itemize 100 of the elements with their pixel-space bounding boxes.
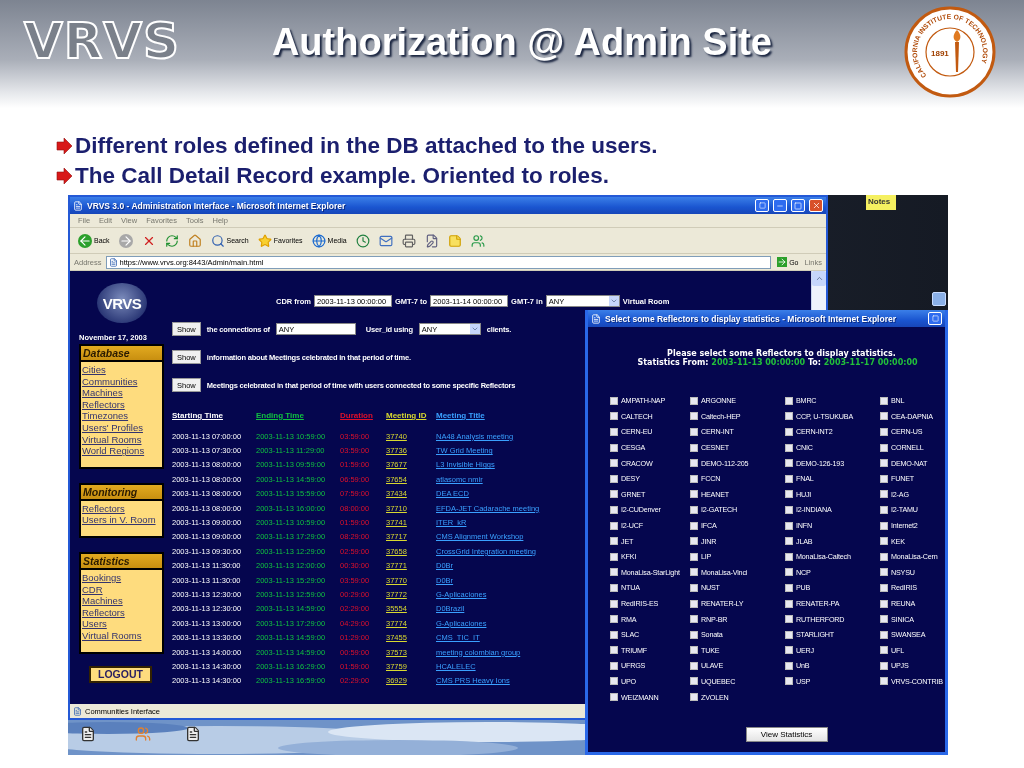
column-header[interactable]: Ending Time — [256, 411, 340, 429]
checkbox[interactable] — [690, 459, 698, 468]
checkbox[interactable] — [785, 583, 793, 592]
checkbox[interactable] — [880, 505, 888, 514]
checkbox[interactable] — [610, 428, 618, 436]
sidebar-link[interactable]: Bookings — [82, 571, 161, 584]
checkbox[interactable] — [690, 490, 698, 499]
checkbox[interactable] — [610, 646, 618, 655]
checkbox[interactable] — [785, 661, 793, 670]
minimize-button[interactable] — [773, 199, 787, 212]
column-header[interactable]: Duration — [340, 411, 386, 429]
checkbox[interactable] — [785, 474, 793, 483]
checkbox[interactable] — [690, 537, 698, 546]
checkbox[interactable] — [880, 615, 888, 624]
restore-button[interactable] — [928, 312, 942, 325]
checkbox[interactable] — [690, 568, 698, 577]
checkbox[interactable] — [880, 630, 888, 639]
checkbox[interactable] — [610, 521, 618, 530]
restore-button[interactable] — [755, 199, 769, 212]
checkbox[interactable] — [880, 646, 888, 655]
checkbox[interactable] — [610, 505, 618, 514]
checkbox[interactable] — [610, 568, 618, 577]
file-icon[interactable] — [80, 726, 96, 742]
checkbox[interactable] — [690, 661, 698, 670]
checkbox[interactable] — [785, 630, 793, 639]
checkbox[interactable] — [785, 412, 793, 421]
checkbox[interactable] — [880, 568, 888, 577]
checkbox[interactable] — [880, 412, 888, 421]
checkbox[interactable] — [610, 661, 618, 670]
sidebar-link[interactable]: World Regions — [82, 445, 161, 457]
sidebar-link[interactable]: Reflectors — [82, 502, 161, 515]
sidebar-link[interactable]: CDR — [82, 583, 161, 596]
checkbox[interactable] — [785, 505, 793, 514]
checkbox[interactable] — [880, 583, 888, 592]
sidebar-link[interactable]: Cities — [82, 364, 161, 376]
sidebar-link[interactable]: Machines — [82, 595, 161, 607]
checkbox[interactable] — [610, 630, 618, 639]
checkbox[interactable] — [785, 396, 793, 405]
checkbox[interactable] — [880, 661, 888, 670]
checkbox[interactable] — [690, 443, 698, 452]
checkbox[interactable] — [610, 537, 618, 546]
checkbox[interactable] — [690, 521, 698, 530]
checkbox[interactable] — [785, 568, 793, 577]
sidebar-link[interactable]: Reflectors — [82, 398, 161, 411]
checkbox[interactable] — [785, 599, 793, 608]
checkbox[interactable] — [690, 552, 698, 561]
checkbox[interactable] — [610, 490, 618, 499]
checkbox[interactable] — [785, 490, 793, 499]
sidebar-link[interactable]: Virtual Rooms — [82, 629, 161, 642]
checkbox[interactable] — [610, 443, 618, 452]
checkbox[interactable] — [690, 474, 698, 483]
checkbox[interactable] — [610, 552, 618, 561]
checkbox[interactable] — [690, 583, 698, 592]
sidebar-link[interactable]: Users in V. Room — [82, 514, 161, 526]
checkbox[interactable] — [690, 677, 698, 686]
column-header[interactable]: Meeting ID — [386, 411, 436, 429]
checkbox[interactable] — [785, 537, 793, 546]
checkbox[interactable] — [880, 459, 888, 468]
column-header[interactable]: Meeting Title — [436, 411, 586, 429]
checkbox[interactable] — [785, 552, 793, 561]
logout-button[interactable]: LOGOUT — [89, 665, 152, 683]
checkbox[interactable] — [785, 443, 793, 452]
checkbox[interactable] — [690, 630, 698, 639]
checkbox[interactable] — [690, 505, 698, 514]
checkbox[interactable] — [610, 677, 618, 686]
checkbox[interactable] — [785, 459, 793, 468]
checkbox[interactable] — [880, 521, 888, 530]
sidebar-link[interactable]: Virtual Rooms — [82, 433, 161, 446]
checkbox[interactable] — [690, 396, 698, 405]
close-button[interactable] — [809, 199, 823, 212]
maximize-button[interactable] — [791, 199, 805, 212]
checkbox[interactable] — [690, 412, 698, 421]
checkbox[interactable] — [690, 428, 698, 436]
checkbox[interactable] — [610, 412, 618, 421]
checkbox[interactable] — [880, 537, 888, 546]
view-statistics-button[interactable]: View Statistics — [745, 726, 828, 742]
sidebar-link[interactable]: Users' Profiles — [82, 421, 161, 434]
sidebar-link[interactable]: Users — [82, 618, 161, 630]
checkbox[interactable] — [880, 443, 888, 452]
checkbox[interactable] — [880, 599, 888, 608]
checkbox[interactable] — [610, 615, 618, 624]
checkbox[interactable] — [610, 459, 618, 468]
checkbox[interactable] — [880, 552, 888, 561]
checkbox[interactable] — [880, 677, 888, 686]
checkbox[interactable] — [610, 693, 618, 702]
checkbox[interactable] — [610, 474, 618, 483]
checkbox[interactable] — [610, 583, 618, 592]
checkbox[interactable] — [690, 615, 698, 624]
checkbox[interactable] — [690, 693, 698, 702]
checkbox[interactable] — [690, 599, 698, 608]
checkbox[interactable] — [880, 490, 888, 499]
sidebar-link[interactable]: Reflectors — [82, 606, 161, 619]
sticky-note[interactable]: Notes — [866, 195, 896, 210]
sidebar-link[interactable]: Timezones — [82, 410, 161, 422]
sidebar-link[interactable]: Communities — [82, 375, 161, 388]
checkbox[interactable] — [785, 428, 793, 436]
column-header[interactable]: Starting Time — [172, 411, 256, 429]
checkbox[interactable] — [610, 599, 618, 608]
file-icon[interactable] — [185, 726, 201, 742]
checkbox[interactable] — [785, 615, 793, 624]
